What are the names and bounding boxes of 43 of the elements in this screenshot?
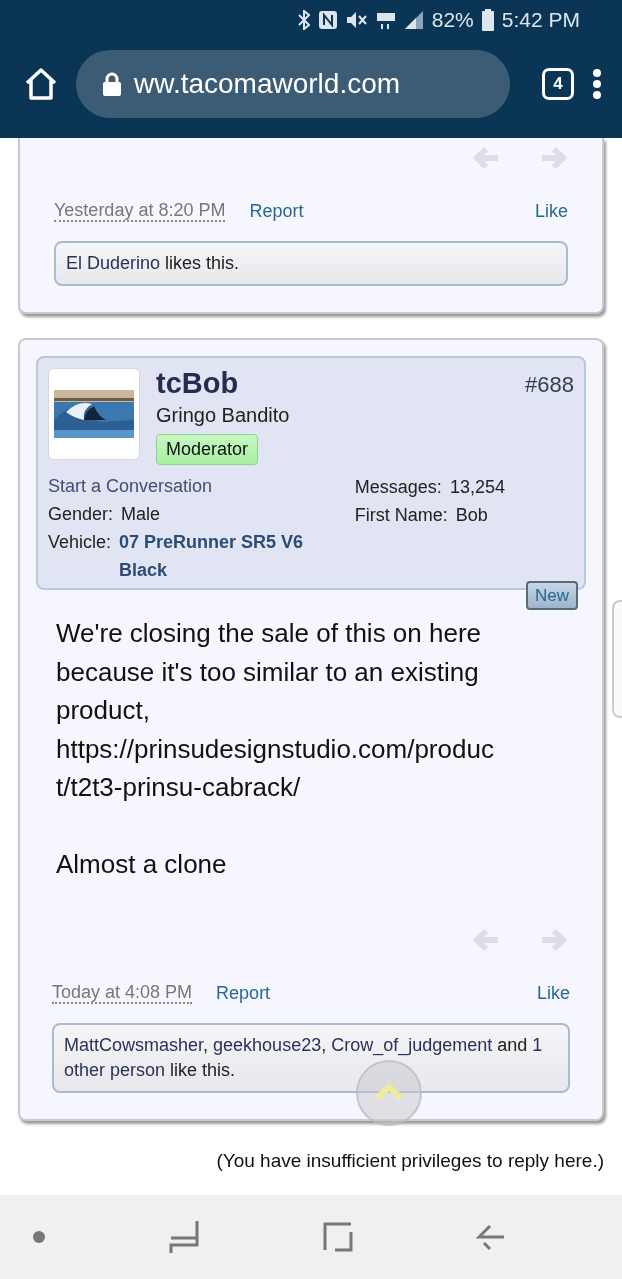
- signal-icon: [403, 10, 424, 30]
- report-link[interactable]: Report: [249, 198, 304, 225]
- dot-icon[interactable]: [32, 1230, 46, 1244]
- username[interactable]: tcBob: [156, 368, 510, 401]
- battery-icon: [481, 9, 494, 31]
- likes-summary: MattCowsmasher, geekhouse23, Crow_of_judgement and 1 other person like this.: [52, 1023, 570, 1094]
- home-icon[interactable]: [24, 68, 58, 100]
- more-menu-icon[interactable]: [592, 69, 602, 99]
- clock: 5:42 PM: [501, 7, 580, 34]
- address-bar[interactable]: ww.tacomaworld.com: [76, 50, 510, 118]
- post-date[interactable]: Yesterday at 8:20 PM: [54, 200, 226, 223]
- post-number[interactable]: #688: [525, 368, 574, 402]
- user-title: Gringo Bandito: [156, 403, 291, 429]
- field-value: 13,254: [449, 476, 505, 500]
- battery-level: 82%: [431, 7, 474, 34]
- like-link[interactable]: Like: [536, 980, 570, 1008]
- like-link[interactable]: Like: [534, 198, 568, 225]
- field-label: Vehicle:: [48, 531, 112, 555]
- nfc-icon: [317, 10, 338, 30]
- report-link[interactable]: Report: [216, 980, 271, 1008]
- field-label: First Name:: [354, 504, 448, 528]
- back-icon[interactable]: [476, 1223, 504, 1251]
- field-label: Gender:: [48, 503, 114, 527]
- likes-summary: El Duderino likes this.: [54, 241, 568, 287]
- recent-apps-icon[interactable]: [169, 1221, 200, 1253]
- field-value: Male: [121, 503, 161, 527]
- field-value: Bob: [455, 504, 488, 528]
- start-conversation-link[interactable]: Start a Conversation: [48, 473, 355, 501]
- new-badge: New: [526, 580, 578, 611]
- post-text: Almost a clone: [56, 848, 228, 882]
- mute-icon: [345, 10, 368, 30]
- bluetooth-icon: [297, 10, 310, 30]
- lock-icon: [102, 72, 122, 96]
- url-text: ww.tacomaworld.com: [134, 67, 401, 101]
- post-date[interactable]: Today at 4:08 PM: [52, 982, 193, 1005]
- field-label: Messages:: [354, 476, 442, 500]
- tab-count-button[interactable]: 4: [542, 68, 574, 100]
- vehicle-link[interactable]: 07 PreRunner SR5 V6 Black: [119, 528, 355, 585]
- post-link[interactable]: https://prinsudesignstudio.com/product/t2t3-prinsu-cabrack/: [56, 729, 506, 807]
- scroll-handle[interactable]: [612, 600, 622, 718]
- chevron-up-icon: [374, 1082, 404, 1102]
- reply-notice: (You have insufficient privileges to reply here.): [215, 1149, 605, 1174]
- role-badge: Moderator: [156, 434, 259, 466]
